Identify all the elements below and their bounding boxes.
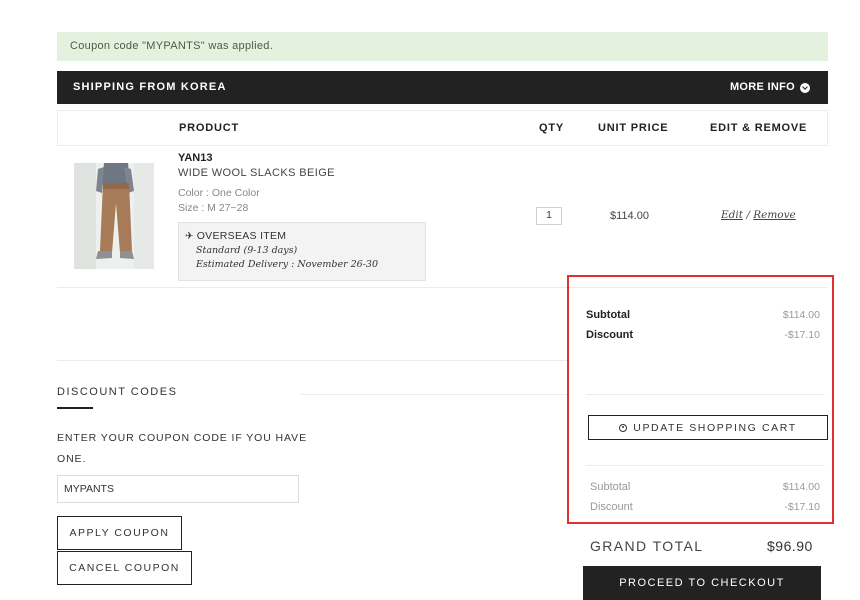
subtotal-value: $114.00 (782, 309, 820, 321)
discount-row-secondary: Discount -$17.10 (590, 501, 820, 513)
discount-title-underline (57, 407, 93, 409)
update-cart-label: UPDATE SHOPPING CART (633, 421, 797, 434)
shipping-bar: SHIPPING FROM KOREA MORE INFO (57, 71, 828, 104)
edit-link[interactable]: Edit (721, 209, 743, 221)
more-info-label: MORE INFO (729, 81, 795, 93)
subtotal-row-secondary: Subtotal $114.00 (590, 481, 820, 493)
overseas-title: OVERSEAS ITEM (196, 230, 287, 242)
shipping-standard: Standard (9-13 days) (196, 245, 298, 256)
airplane-icon: ✈ (185, 230, 194, 242)
cart-summary-highlight: Subtotal $114.00 Discount -$17.10 UPDATE… (567, 275, 834, 524)
update-cart-button[interactable]: UPDATE SHOPPING CART (588, 415, 828, 440)
product-code: YAN13 (178, 152, 213, 164)
subtotal-row: Subtotal $114.00 (586, 309, 820, 321)
product-thumbnail[interactable] (74, 163, 154, 269)
discount-divider (300, 394, 567, 395)
discount-value-secondary: -$17.10 (784, 501, 820, 513)
discount-value: -$17.10 (784, 329, 820, 341)
shipping-bar-title: SHIPPING FROM KOREA (73, 81, 227, 93)
header-qty: QTY (539, 122, 565, 134)
unit-price: $114.00 (610, 210, 649, 222)
link-separator: / (746, 209, 750, 221)
overseas-item-info: ✈ OVERSEAS ITEM Standard (9-13 days) Est… (178, 222, 426, 281)
discount-label-secondary: Discount (590, 501, 633, 513)
subtotal-label: Subtotal (586, 309, 630, 321)
product-color: Color : One Color (178, 187, 260, 199)
grand-total-label: GRAND TOTAL (590, 538, 704, 554)
coupon-code-label: ENTER YOUR COUPON CODE IF YOU HAVE ONE. (57, 432, 307, 465)
proceed-to-checkout-button[interactable]: PROCEED TO CHECKOUT (583, 566, 821, 600)
cart-item-row: YAN13 WIDE WOOL SLACKS BEIGE Color : One… (57, 146, 828, 288)
estimated-delivery: Estimated Delivery : November 26-30 (196, 259, 379, 270)
apply-coupon-button[interactable]: APPLY COUPON (57, 516, 182, 550)
grand-total-value: $96.90 (767, 538, 813, 554)
subtotal-label-secondary: Subtotal (590, 481, 631, 493)
coupon-applied-notice: Coupon code "MYPANTS" was applied. (57, 32, 828, 61)
header-unit-price: UNIT PRICE (598, 122, 669, 134)
product-size: Size : M 27~28 (178, 202, 249, 214)
cancel-coupon-button[interactable]: CANCEL COUPON (57, 551, 192, 585)
product-name[interactable]: WIDE WOOL SLACKS BEIGE (178, 167, 335, 179)
more-info-link[interactable]: MORE INFO (730, 71, 810, 104)
chevron-down-circle-icon (800, 82, 810, 93)
remove-link[interactable]: Remove (753, 209, 796, 221)
discount-label: Discount (586, 329, 634, 341)
discount-row: Discount -$17.10 (586, 329, 820, 341)
coupon-code-input[interactable]: MYPANTS (57, 475, 299, 503)
overseas-title-row: ✈ OVERSEAS ITEM (185, 230, 425, 242)
header-product: PRODUCT (179, 122, 239, 134)
refresh-icon (619, 423, 628, 432)
quantity-input[interactable]: 1 (536, 207, 562, 225)
section-divider (57, 360, 567, 361)
edit-remove-links: Edit / Remove (721, 209, 796, 221)
subtotal-value-secondary: $114.00 (782, 481, 820, 493)
summary-divider (586, 465, 825, 466)
header-edit-remove: EDIT & REMOVE (710, 122, 808, 134)
cart-table-header: PRODUCT QTY UNIT PRICE EDIT & REMOVE (57, 110, 828, 146)
summary-divider (586, 394, 825, 395)
discount-codes-title: DISCOUNT CODES (57, 386, 178, 398)
